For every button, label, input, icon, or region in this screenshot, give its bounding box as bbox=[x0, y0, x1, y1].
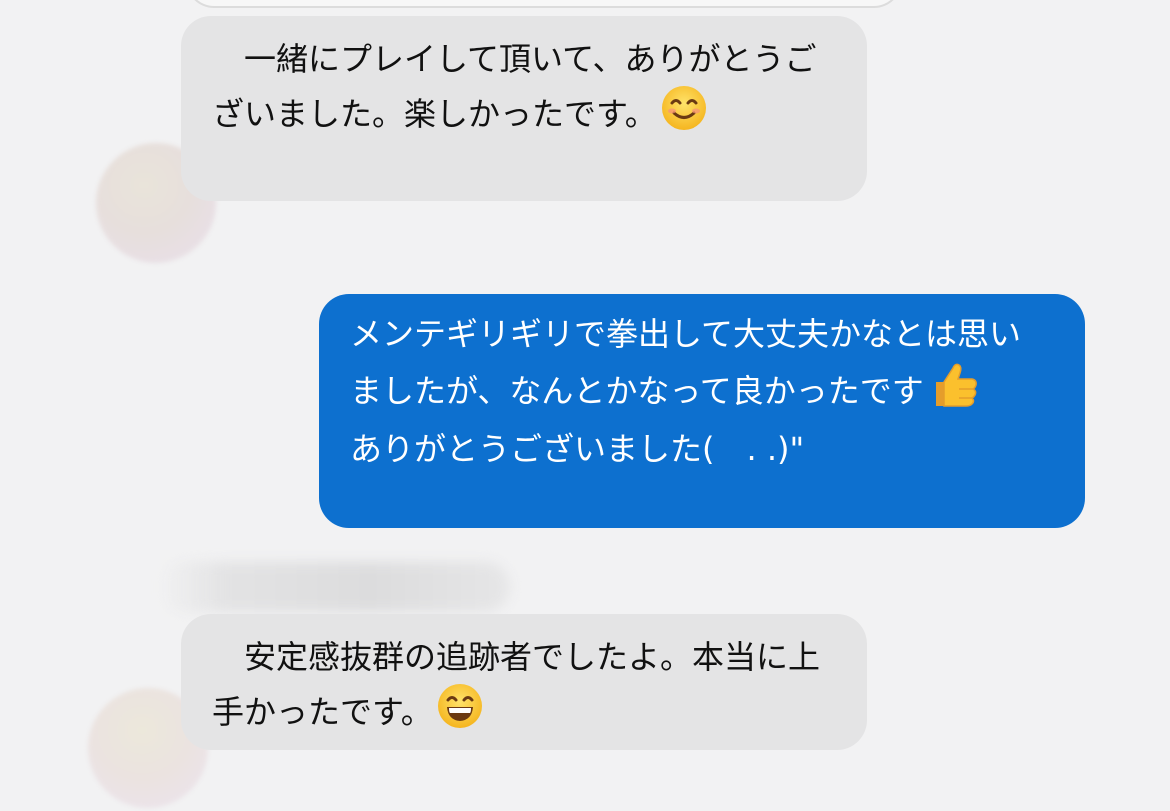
message-text: 安定感抜群の追跡者でしたよ。本当に上手かったです。 bbox=[212, 638, 821, 731]
message-text-line-2: ありがとうございました( . .)" bbox=[350, 430, 805, 468]
message-bubble-outgoing[interactable]: メンテギリギリで拳出して大丈夫かなとは思いましたが、なんとかなって良かったですあ… bbox=[319, 294, 1085, 528]
smiling-face-emoji-icon bbox=[661, 85, 707, 146]
thumbs-up-emoji-icon bbox=[928, 360, 978, 423]
sender-name-blurred bbox=[160, 562, 510, 612]
grinning-face-emoji-icon bbox=[437, 683, 483, 744]
message-bubble-incoming-1[interactable]: 一緒にプレイして頂いて、ありがとうございました。楽しかったです。 bbox=[181, 16, 867, 201]
previous-message-bubble-fragment bbox=[186, 0, 902, 8]
message-text: 一緒にプレイして頂いて、ありがとうございました。楽しかったです。 bbox=[212, 40, 817, 133]
message-bubble-incoming-2[interactable]: 安定感抜群の追跡者でしたよ。本当に上手かったです。 bbox=[181, 614, 867, 750]
message-text: メンテギリギリで拳出して大丈夫かなとは思いましたが、なんとかなって良かったです bbox=[350, 315, 1022, 410]
